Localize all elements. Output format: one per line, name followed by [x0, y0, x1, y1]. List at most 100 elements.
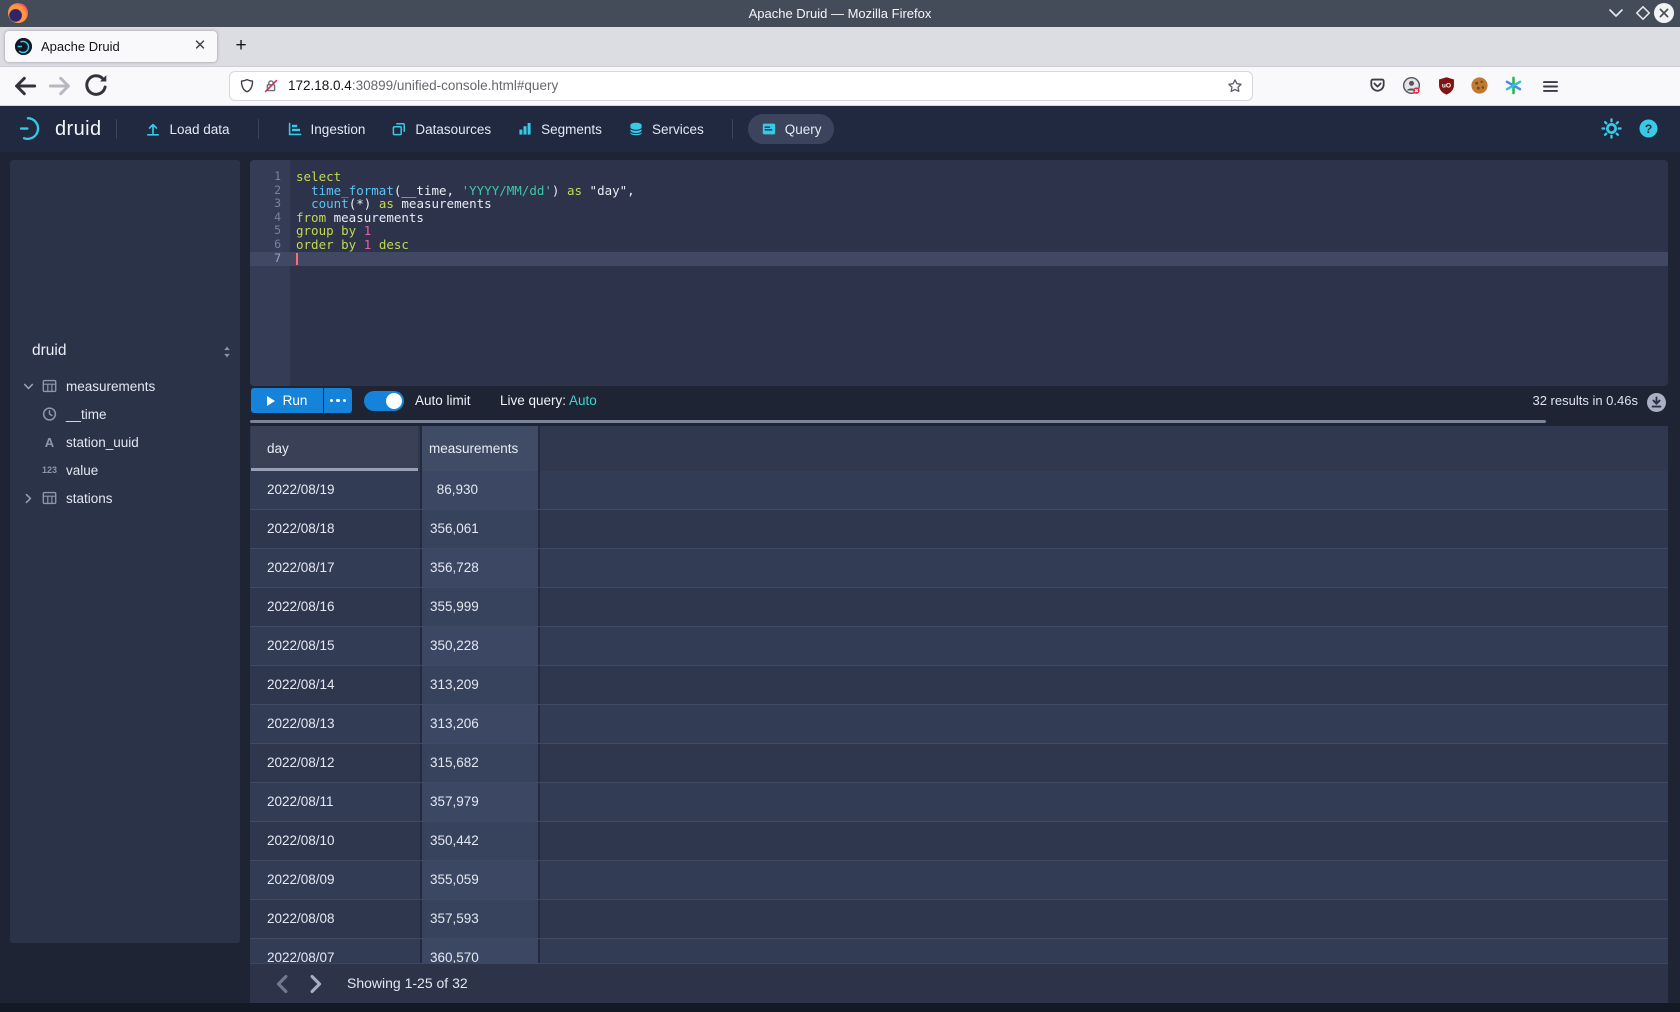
sql-editor[interactable]: 1234567 select time_format(__time, 'YYYY…: [250, 160, 1668, 386]
results-summary: 32 results in 0.46s: [1532, 388, 1638, 413]
cell-measurements[interactable]: 355,059: [420, 861, 540, 899]
nav-item-ingestion[interactable]: Ingestion: [274, 114, 379, 144]
table-row: 2022/08/09355,059: [250, 861, 1668, 900]
cell-measurements[interactable]: 357,979: [420, 783, 540, 821]
cell-measurements[interactable]: 315,682: [420, 744, 540, 782]
cell-measurements[interactable]: 357,593: [420, 900, 540, 938]
table-row: 2022/08/14313,209: [250, 666, 1668, 705]
cell-measurements[interactable]: 86,930: [420, 471, 540, 509]
tree-item-__time[interactable]: __time: [10, 400, 240, 428]
cell-measurements[interactable]: 350,442: [420, 822, 540, 860]
schema-tree: measurements__timeAstation_uuid123values…: [10, 372, 240, 512]
tree-item-station_uuid[interactable]: Astation_uuid: [10, 428, 240, 456]
next-page-icon[interactable]: [302, 971, 328, 997]
cell-day[interactable]: 2022/08/09: [251, 861, 418, 899]
live-query-label[interactable]: Live query: Auto: [500, 388, 597, 413]
window-close-icon[interactable]: [1653, 2, 1675, 24]
upload-icon: [145, 121, 161, 137]
run-more-button[interactable]: [324, 388, 352, 413]
chevron-down-icon[interactable]: [22, 380, 35, 393]
tree-item-value[interactable]: 123value: [10, 456, 240, 484]
table-row: 2022/08/1986,930: [250, 471, 1668, 510]
cell-day[interactable]: 2022/08/18: [251, 510, 418, 548]
bookmark-star-icon[interactable]: [1227, 78, 1243, 94]
url-bar[interactable]: 172.18.0.4:30899/unified-console.html#qu…: [230, 72, 1252, 100]
tracking-shield-icon[interactable]: [239, 78, 255, 94]
cell-day[interactable]: 2022/08/17: [251, 549, 418, 587]
insecure-lock-icon[interactable]: [263, 78, 279, 94]
cell-measurements[interactable]: 360,570: [420, 939, 540, 963]
browser-tab[interactable]: Apache Druid ✕: [5, 31, 217, 62]
help-icon[interactable]: ?: [1638, 118, 1659, 139]
cell-measurements[interactable]: 313,206: [420, 705, 540, 743]
cookie-extension-icon[interactable]: [1470, 76, 1489, 95]
forward-button[interactable]: [46, 72, 74, 100]
window-minimize-icon[interactable]: [1605, 2, 1627, 24]
pocket-icon[interactable]: [1368, 76, 1387, 95]
navbar-divider: [732, 119, 733, 139]
back-button[interactable]: [11, 72, 39, 100]
cell-measurements[interactable]: 313,209: [420, 666, 540, 704]
cell-day[interactable]: 2022/08/16: [251, 588, 418, 626]
nav-item-query[interactable]: Query: [748, 114, 835, 144]
previous-page-icon[interactable]: [270, 971, 296, 997]
ublock-icon[interactable]: uO: [1437, 76, 1456, 95]
sql-code: select time_format(__time, 'YYYY/MM/dd')…: [296, 170, 1668, 265]
nav-item-label: Segments: [541, 122, 602, 137]
account-icon[interactable]: [1402, 76, 1421, 95]
cell-measurements[interactable]: 356,728: [420, 549, 540, 587]
table-row: 2022/08/18356,061: [250, 510, 1668, 549]
auto-limit-toggle[interactable]: [364, 391, 404, 411]
druid-navbar: druid Load data Ingestion Datasources Segme…: [0, 106, 1680, 152]
cell-day[interactable]: 2022/08/08: [251, 900, 418, 938]
database-icon: [628, 121, 644, 137]
run-button-label: Run: [283, 393, 308, 408]
double-caret-icon[interactable]: [220, 345, 234, 359]
nav-item-load-data[interactable]: Load data: [132, 114, 242, 144]
table-row: 2022/08/17356,728: [250, 549, 1668, 588]
nav-item-segments[interactable]: Segments: [504, 114, 615, 144]
nav-item-label: Load data: [169, 122, 229, 137]
line-number: 6: [250, 238, 290, 252]
cell-measurements[interactable]: 350,228: [420, 627, 540, 665]
asterisk-extension-icon[interactable]: [1504, 76, 1523, 95]
column-header-day[interactable]: day: [251, 426, 418, 471]
window-maximize-icon[interactable]: [1632, 2, 1654, 24]
line-number: 3: [250, 197, 290, 211]
column-header-measurements[interactable]: measurements: [420, 426, 540, 471]
reload-button[interactable]: [82, 72, 110, 100]
grid-scrollbar[interactable]: [250, 420, 1546, 423]
nav-item-datasources[interactable]: Datasources: [378, 114, 504, 144]
tree-item-measurements[interactable]: measurements: [10, 372, 240, 400]
browser-toolbar: 172.18.0.4:30899/unified-console.html#qu…: [0, 67, 1680, 106]
menu-icon[interactable]: [1541, 77, 1560, 96]
toggle-knob: [386, 393, 402, 409]
table-row: 2022/08/13313,206: [250, 705, 1668, 744]
download-results-icon[interactable]: [1646, 392, 1667, 413]
play-icon: [267, 396, 275, 406]
cell-day[interactable]: 2022/08/11: [251, 783, 418, 821]
cell-day[interactable]: 2022/08/19: [251, 471, 418, 509]
tab-close-icon[interactable]: ✕: [191, 31, 209, 62]
cell-day[interactable]: 2022/08/13: [251, 705, 418, 743]
nav-item-label: Datasources: [415, 122, 491, 137]
druid-brand[interactable]: druid: [18, 114, 101, 144]
grid-rows: 2022/08/1986,9302022/08/18356,0612022/08…: [250, 471, 1668, 963]
nav-item-label: Ingestion: [311, 122, 366, 137]
settings-gear-icon[interactable]: [1601, 118, 1622, 139]
cell-day[interactable]: 2022/08/14: [251, 666, 418, 704]
cell-measurements[interactable]: 356,061: [420, 510, 540, 548]
nav-item-services[interactable]: Services: [615, 114, 717, 144]
chevron-right-icon[interactable]: [22, 492, 35, 505]
table-icon: [41, 490, 58, 506]
datasource-title[interactable]: druid: [32, 342, 66, 360]
run-button[interactable]: Run: [251, 388, 323, 413]
new-tab-button[interactable]: +: [227, 33, 255, 61]
tree-item-stations[interactable]: stations: [10, 484, 240, 512]
cell-day[interactable]: 2022/08/07: [251, 939, 418, 963]
cell-measurements[interactable]: 355,999: [420, 588, 540, 626]
cell-day[interactable]: 2022/08/10: [251, 822, 418, 860]
cell-day[interactable]: 2022/08/15: [251, 627, 418, 665]
live-query-value[interactable]: Auto: [569, 393, 597, 408]
cell-day[interactable]: 2022/08/12: [251, 744, 418, 782]
